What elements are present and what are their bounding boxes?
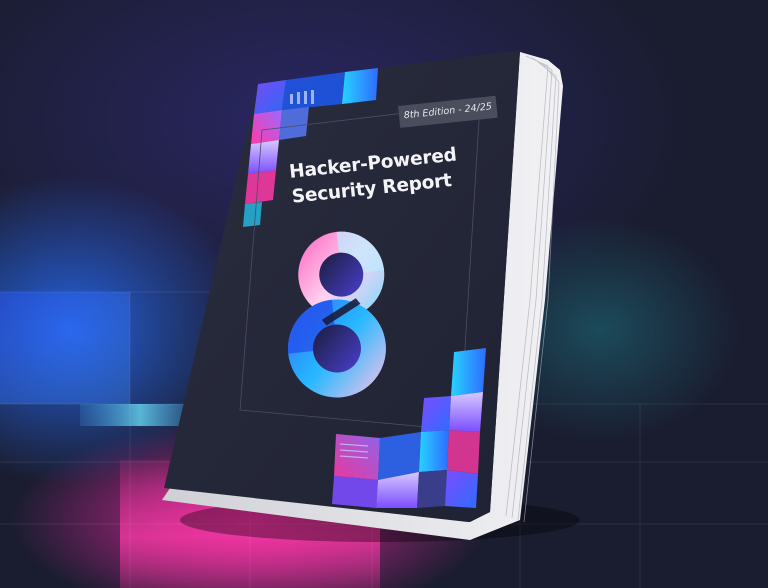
hero-illustration: 8th Edition - 24/25 Hacker-Powered Secur… [0,0,768,588]
report-book [162,50,580,542]
